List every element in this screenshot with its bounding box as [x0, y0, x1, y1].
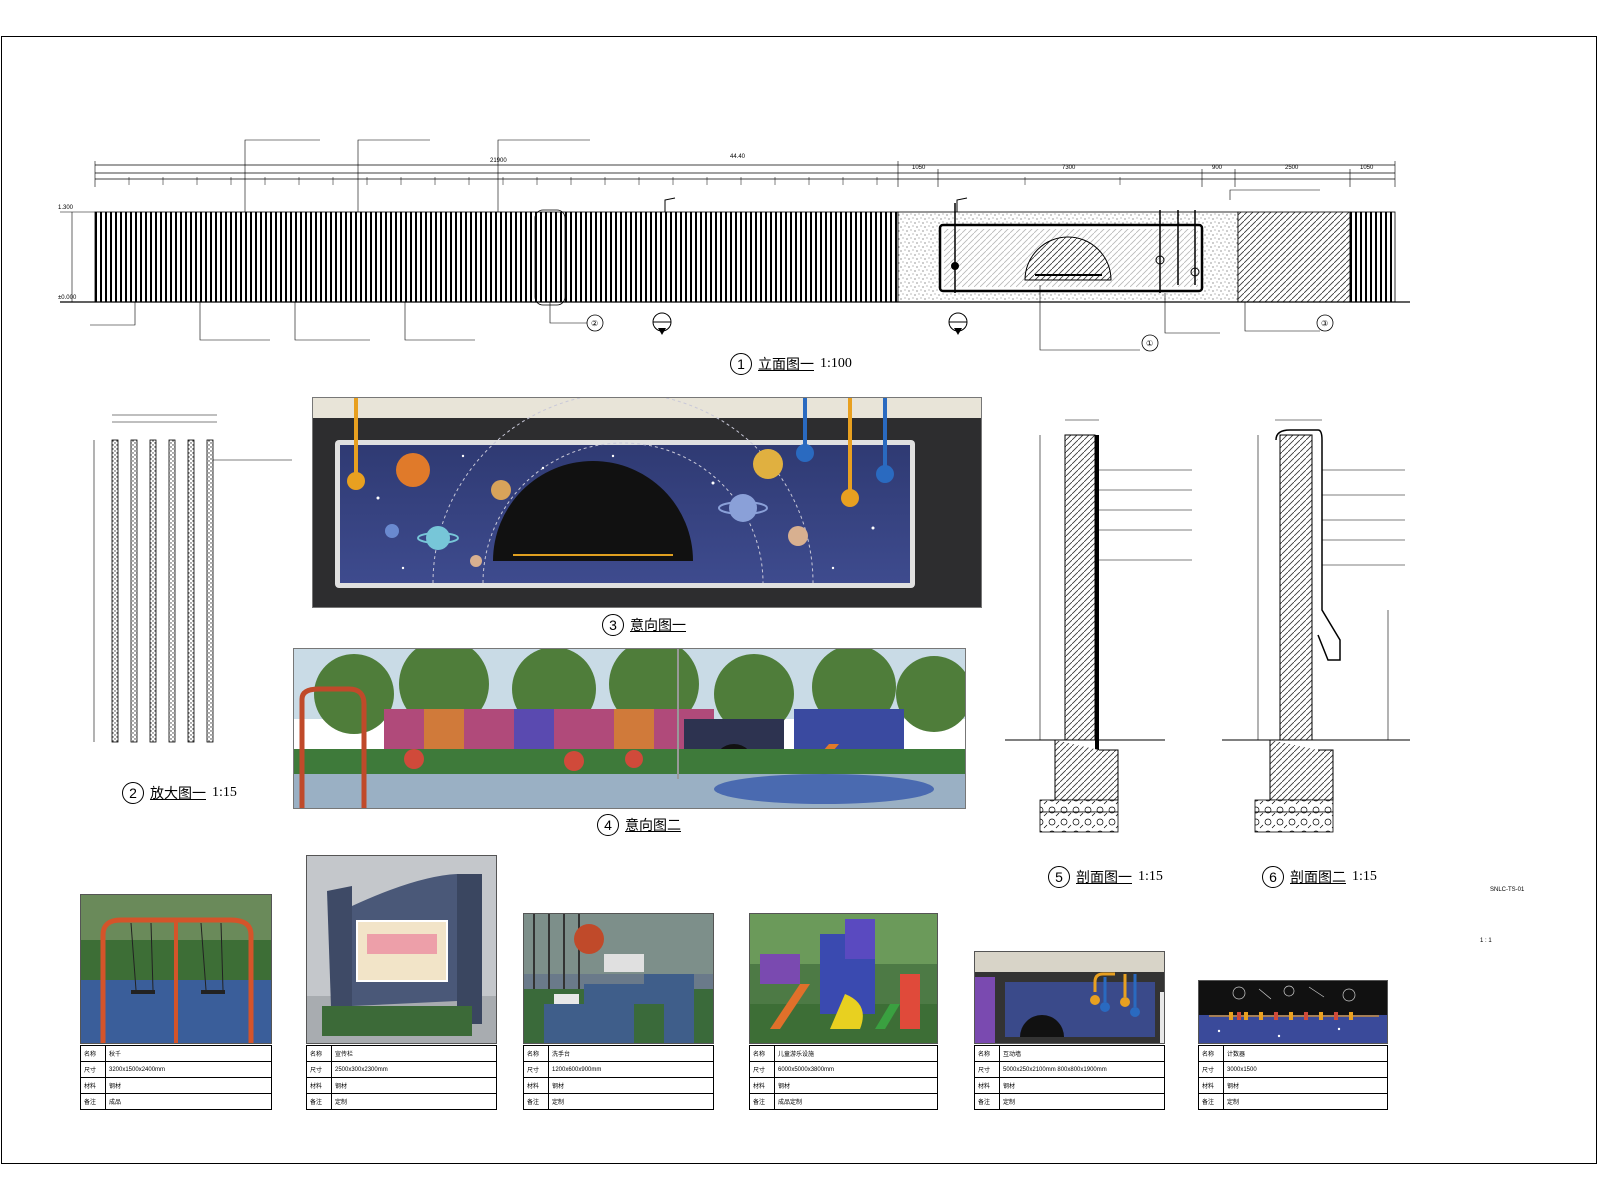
- card5-label-material: 材料: [974, 1077, 1000, 1094]
- card5-value-name: 互动墙: [999, 1045, 1165, 1062]
- card6-label-name: 名称: [1198, 1045, 1224, 1062]
- card4-value-name: 儿童游乐设施: [774, 1045, 938, 1062]
- card6-value-material: 钢材: [1223, 1077, 1388, 1094]
- card4-label-size: 尺寸: [749, 1061, 775, 1078]
- caption-elevation-1: 1 立面图一 1:100: [730, 353, 852, 375]
- card2-label-size: 尺寸: [306, 1061, 332, 1078]
- card1-label-note: 备注: [80, 1093, 106, 1110]
- level-ground-label: ±0.000: [58, 295, 77, 301]
- product-card-interactive-wall: 名称 互动墙 尺寸 5000x250x2100mm 800x800x1900mm 材…: [974, 951, 1165, 1110]
- card5-label-name: 名称: [974, 1045, 1000, 1062]
- card5-value-note: 定制: [999, 1093, 1165, 1110]
- level-top-label: 1.300: [58, 205, 74, 211]
- caption-enlarged-2: 2 放大图一 1:15: [122, 782, 237, 804]
- product-image-swing: [80, 894, 272, 1044]
- card3-value-size: 1200x600x900mm: [548, 1061, 714, 1078]
- dim-1050b: 1050: [1360, 165, 1374, 171]
- card1-value-note: 成品: [105, 1093, 272, 1110]
- product-card-bulletin: 名称 宣传栏 尺寸 2500x300x2300mm 材料 钢材 备注 定制: [306, 855, 497, 1110]
- section-drawings: [1005, 419, 1410, 833]
- product-image-counter: [1198, 980, 1388, 1044]
- elevation-drawing: 1.300 ±0.000 21900 44.40 1050 7300 900 2…: [58, 139, 1410, 352]
- product-image-interactive-wall: [974, 951, 1165, 1044]
- card2-value-size: 2500x300x2300mm: [331, 1061, 497, 1078]
- product-card-counter: 名称 计数器 尺寸 3000x1500 材料 钢材 备注 定制: [1198, 980, 1388, 1110]
- caption-section-6: 6 剖面图二 1:15: [1262, 866, 1377, 888]
- product-image-playset: [749, 913, 938, 1044]
- card3-label-note: 备注: [523, 1093, 549, 1110]
- caption-intent-3: 3 意向图一: [602, 614, 686, 636]
- card3-label-size: 尺寸: [523, 1061, 549, 1078]
- card6-label-size: 尺寸: [1198, 1061, 1224, 1078]
- callout-2: ②: [591, 319, 598, 328]
- product-card-swing: 名称 秋千 尺寸 3200x1500x2400mm 材料 钢材 备注 成品: [80, 894, 272, 1110]
- card3-label-material: 材料: [523, 1077, 549, 1094]
- card2-value-material: 钢材: [331, 1077, 497, 1094]
- dim-7300: 7300: [1062, 165, 1076, 171]
- card5-label-note: 备注: [974, 1093, 1000, 1110]
- intent-render-playground: [293, 648, 966, 809]
- card1-value-name: 秋千: [105, 1045, 272, 1062]
- card1-label-name: 名称: [80, 1045, 106, 1062]
- card5-label-size: 尺寸: [974, 1061, 1000, 1078]
- card4-value-material: 钢材: [774, 1077, 938, 1094]
- product-image-basin: [523, 913, 714, 1044]
- card1-label-size: 尺寸: [80, 1061, 106, 1078]
- card6-value-note: 定制: [1223, 1093, 1388, 1110]
- dim-2500: 2500: [1285, 165, 1299, 171]
- card2-label-note: 备注: [306, 1093, 332, 1110]
- card5-value-material: 钢材: [999, 1077, 1165, 1094]
- card3-value-name: 洗手台: [548, 1045, 714, 1062]
- card4-label-note: 备注: [749, 1093, 775, 1110]
- card6-label-material: 材料: [1198, 1077, 1224, 1094]
- card4-value-size: 6000x5000x3800mm: [774, 1061, 938, 1078]
- dim-1050a: 1050: [912, 165, 926, 171]
- callout-6: ③: [1321, 319, 1328, 328]
- card1-value-material: 钢材: [105, 1077, 272, 1094]
- card1-label-material: 材料: [80, 1077, 106, 1094]
- card3-label-name: 名称: [523, 1045, 549, 1062]
- card6-value-size: 3000x1500: [1223, 1061, 1388, 1078]
- card2-value-name: 宣传栏: [331, 1045, 497, 1062]
- card2-value-note: 定制: [331, 1093, 497, 1110]
- card6-value-name: 计数器: [1223, 1045, 1388, 1062]
- product-image-bulletin: [306, 855, 497, 1044]
- drawing-number-note: SNLC-TS-01: [1490, 887, 1525, 893]
- card4-label-material: 材料: [749, 1077, 775, 1094]
- dim-900: 900: [1212, 165, 1223, 171]
- card5-value-size: 5000x250x2100mm 800x800x1900mm: [999, 1061, 1165, 1078]
- dim-overall: 44.40: [730, 154, 746, 160]
- product-card-playset: 名称 儿童游乐设施 尺寸 6000x5000x3800mm 材料 钢材 备注 成品定制: [749, 913, 938, 1110]
- dim-21900: 21900: [490, 158, 507, 164]
- callout-5: ①: [1146, 339, 1153, 348]
- card3-value-material: 钢材: [548, 1077, 714, 1094]
- card2-label-name: 名称: [306, 1045, 332, 1062]
- card6-label-note: 备注: [1198, 1093, 1224, 1110]
- card1-value-size: 3200x1500x2400mm: [105, 1061, 272, 1078]
- card4-value-note: 成品定制: [774, 1093, 938, 1110]
- caption-section-5: 5 剖面图一 1:15: [1048, 866, 1163, 888]
- enlarged-detail-drawing: [93, 414, 292, 743]
- card2-label-material: 材料: [306, 1077, 332, 1094]
- product-card-basin: 名称 洗手台 尺寸 1200x600x900mm 材料 钢材 备注 定制: [523, 913, 714, 1110]
- card3-value-note: 定制: [548, 1093, 714, 1110]
- intent-render-space-wall: [312, 397, 982, 608]
- scale-note: 1 : 1: [1480, 938, 1492, 944]
- caption-intent-4: 4 意向图二: [597, 814, 681, 836]
- card4-label-name: 名称: [749, 1045, 775, 1062]
